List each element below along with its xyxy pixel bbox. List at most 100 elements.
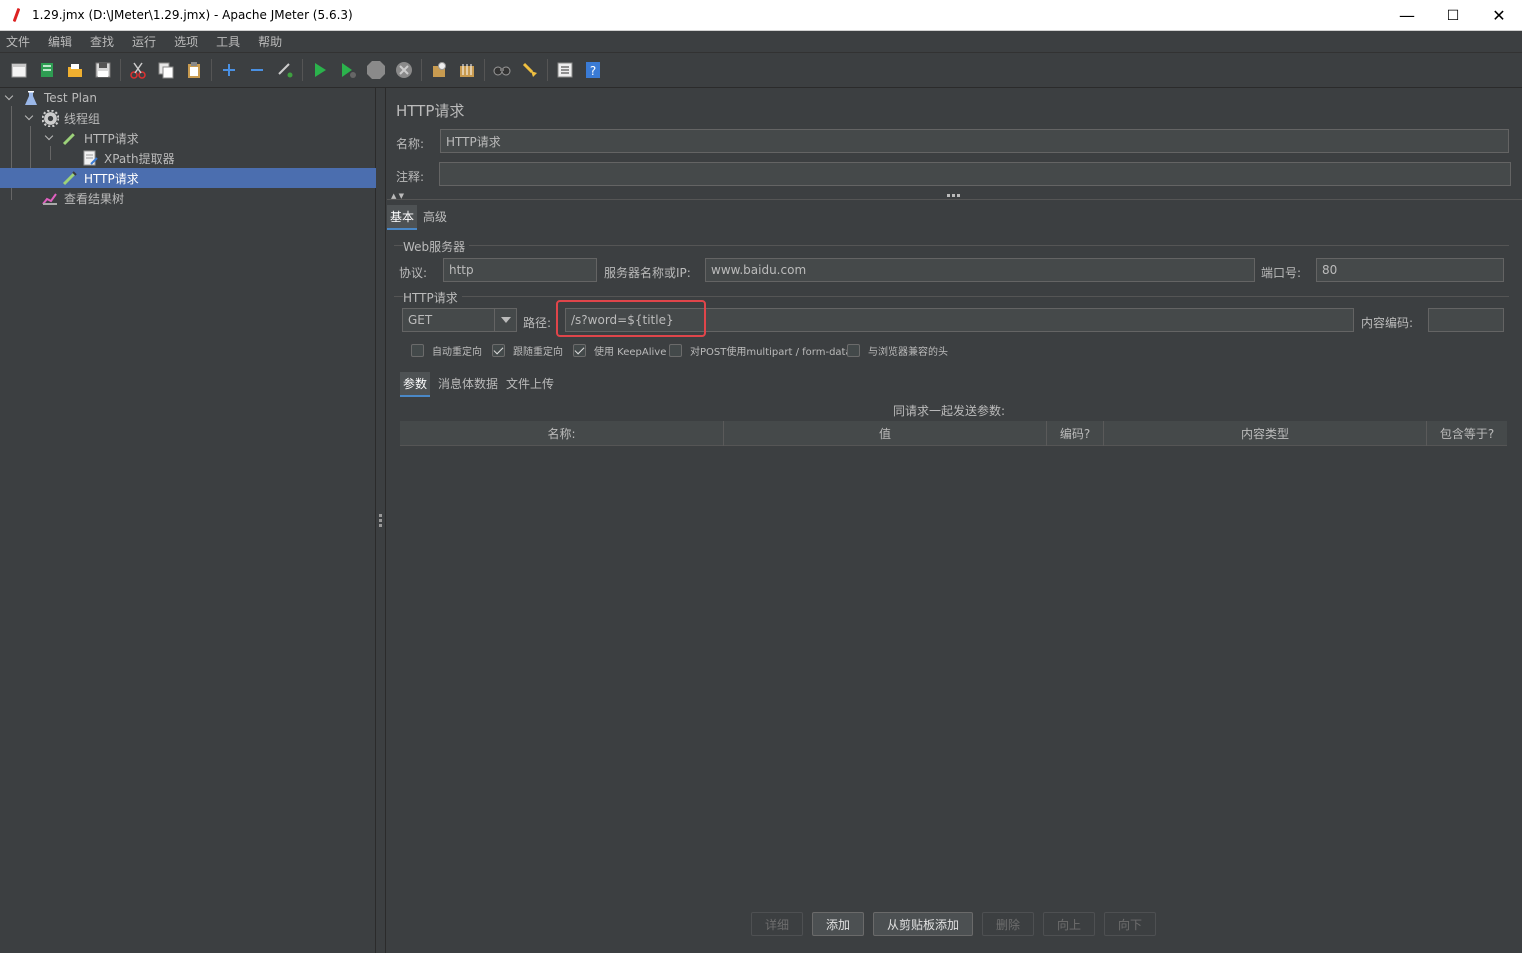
tab-file-upload[interactable]: 文件上传 <box>503 372 557 395</box>
server-label: 服务器名称或IP: <box>604 266 691 280</box>
detail-button[interactable]: 详细 <box>751 912 803 936</box>
auto-redirect-option[interactable]: 自动重定向 <box>411 343 482 358</box>
delete-button[interactable]: 删除 <box>982 912 1034 936</box>
column-value[interactable]: 值 <box>724 421 1047 446</box>
tree-item-http-request-selected[interactable]: HTTP请求 <box>0 168 376 188</box>
panel-splitter[interactable] <box>376 88 386 953</box>
name-input[interactable]: HTTP请求 <box>440 129 1509 153</box>
move-down-button[interactable]: 向下 <box>1104 912 1156 936</box>
browser-headers-option[interactable]: 与浏览器兼容的头 <box>847 343 948 358</box>
toolbar-separator <box>547 59 548 81</box>
menu-edit[interactable]: 编辑 <box>46 33 74 50</box>
auto-redirect-checkbox[interactable] <box>411 344 424 357</box>
tab-advanced[interactable]: 高级 <box>420 205 450 228</box>
menu-options[interactable]: 选项 <box>172 33 200 50</box>
shutdown-icon[interactable] <box>393 59 415 81</box>
window-controls: — ☐ ✕ <box>1384 0 1522 31</box>
tab-body-data[interactable]: 消息体数据 <box>435 372 501 395</box>
column-name[interactable]: 名称: <box>400 421 724 446</box>
tab-basic[interactable]: 基本 <box>387 205 418 230</box>
paste-icon[interactable] <box>183 59 205 81</box>
checkbox-label: 跟随重定向 <box>513 347 563 358</box>
function-helper-icon[interactable] <box>554 59 576 81</box>
cut-icon[interactable] <box>127 59 149 81</box>
close-button[interactable]: ✕ <box>1476 0 1522 31</box>
column-content-type[interactable]: 内容类型 <box>1104 421 1427 446</box>
help-icon[interactable]: ? <box>582 59 604 81</box>
method-select[interactable]: GET <box>402 308 517 332</box>
toggle-icon[interactable] <box>274 59 296 81</box>
menu-help[interactable]: 帮助 <box>256 33 284 50</box>
http-request-group-title: HTTP请求 <box>403 289 462 306</box>
comment-input[interactable] <box>439 162 1511 186</box>
column-encode[interactable]: 编码? <box>1047 421 1104 446</box>
collapse-icon[interactable] <box>246 59 268 81</box>
toolbar-separator <box>484 59 485 81</box>
panel-title: HTTP请求 <box>396 102 465 120</box>
tree-item-test-plan[interactable]: Test Plan <box>0 88 376 108</box>
new-icon[interactable] <box>8 59 30 81</box>
chevron-down-icon[interactable] <box>45 133 55 143</box>
minimize-button[interactable]: — <box>1384 0 1430 31</box>
add-from-clipboard-button[interactable]: 从剪贴板添加 <box>873 912 973 936</box>
tree-item-view-results-tree[interactable]: 查看结果树 <box>0 188 376 208</box>
copy-icon[interactable] <box>155 59 177 81</box>
menu-search[interactable]: 查找 <box>88 33 116 50</box>
clear-all-icon[interactable] <box>456 59 478 81</box>
follow-redirect-checkbox[interactable] <box>492 344 505 357</box>
divider-grip[interactable] <box>947 194 962 197</box>
tree-item-thread-group[interactable]: 线程组 <box>0 108 376 128</box>
clear-icon[interactable] <box>428 59 450 81</box>
browser-headers-checkbox[interactable] <box>847 344 860 357</box>
move-up-button[interactable]: 向上 <box>1043 912 1095 936</box>
comment-label: 注释: <box>396 170 425 184</box>
tree-item-label: 线程组 <box>64 111 101 126</box>
tree-item-xpath-extractor[interactable]: XPath提取器 <box>0 148 376 168</box>
flask-icon <box>23 90 39 106</box>
templates-icon[interactable] <box>36 59 58 81</box>
keepalive-checkbox[interactable] <box>573 344 586 357</box>
protocol-label: 协议: <box>399 266 428 280</box>
chevron-down-icon[interactable] <box>25 113 35 123</box>
open-icon[interactable] <box>64 59 86 81</box>
port-label: 端口号: <box>1261 266 1302 280</box>
svg-text:?: ? <box>590 64 596 78</box>
group-border <box>394 245 1509 246</box>
web-server-group-title: Web服务器 <box>403 238 470 255</box>
keepalive-option[interactable]: 使用 KeepAlive <box>573 343 666 358</box>
document-edit-icon <box>82 150 98 166</box>
window-title: 1.29.jmx (D:\JMeter\1.29.jmx) - Apache J… <box>32 8 353 22</box>
server-input[interactable]: www.baidu.com <box>705 258 1255 282</box>
toolbar: ? <box>0 53 1522 88</box>
tab-parameters[interactable]: 参数 <box>400 372 431 397</box>
tree-item-http-request[interactable]: HTTP请求 <box>0 128 376 148</box>
toolbar-separator <box>302 59 303 81</box>
encoding-input[interactable] <box>1428 308 1504 332</box>
multipart-option[interactable]: 对POST使用multipart / form-data <box>669 343 852 358</box>
menu-tools[interactable]: 工具 <box>214 33 242 50</box>
maximize-button[interactable]: ☐ <box>1430 0 1476 31</box>
group-border <box>394 296 1509 297</box>
multipart-checkbox[interactable] <box>669 344 682 357</box>
save-icon[interactable] <box>92 59 114 81</box>
chevron-down-icon[interactable] <box>5 93 15 103</box>
toolbar-separator <box>421 59 422 81</box>
search-binoculars-icon[interactable] <box>491 59 513 81</box>
menu-file[interactable]: 文件 <box>4 33 32 50</box>
protocol-input[interactable]: http <box>443 258 597 282</box>
stop-icon[interactable] <box>365 59 387 81</box>
port-input[interactable]: 80 <box>1316 258 1504 282</box>
start-icon[interactable] <box>309 59 331 81</box>
chart-icon <box>42 190 58 206</box>
expand-icon[interactable] <box>218 59 240 81</box>
chevron-down-icon[interactable] <box>494 309 516 331</box>
follow-redirect-option[interactable]: 跟随重定向 <box>492 343 563 358</box>
reset-search-icon[interactable] <box>519 59 541 81</box>
method-value: GET <box>408 313 433 327</box>
column-include-equals[interactable]: 包含等于? <box>1427 421 1507 446</box>
menu-run[interactable]: 运行 <box>130 33 158 50</box>
params-caption: 同请求一起发送参数: <box>893 404 1006 418</box>
splitter-grip[interactable] <box>379 514 382 529</box>
start-no-pauses-icon[interactable] <box>337 59 359 81</box>
add-button[interactable]: 添加 <box>812 912 864 936</box>
